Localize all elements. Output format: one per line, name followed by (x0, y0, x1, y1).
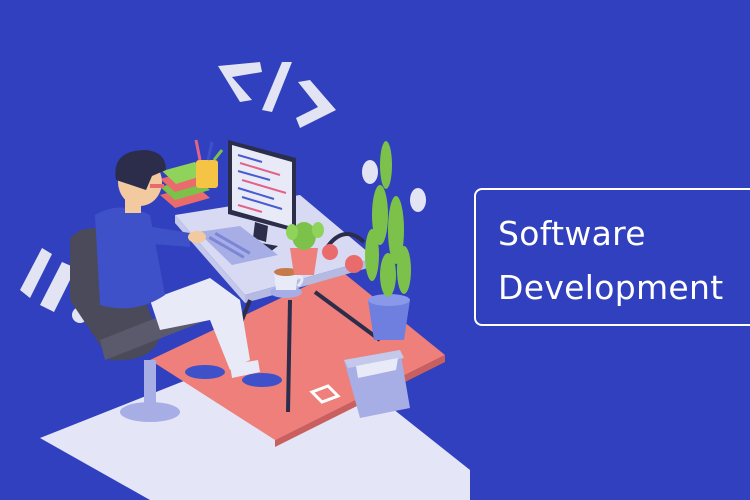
pencil-cup-icon (194, 139, 224, 188)
title-line-software: Software (498, 214, 646, 253)
code-brackets-icon (218, 62, 336, 128)
decorative-bars (20, 248, 76, 312)
title-line-development: Development (498, 268, 724, 307)
title-banner: Software Development (474, 188, 750, 326)
